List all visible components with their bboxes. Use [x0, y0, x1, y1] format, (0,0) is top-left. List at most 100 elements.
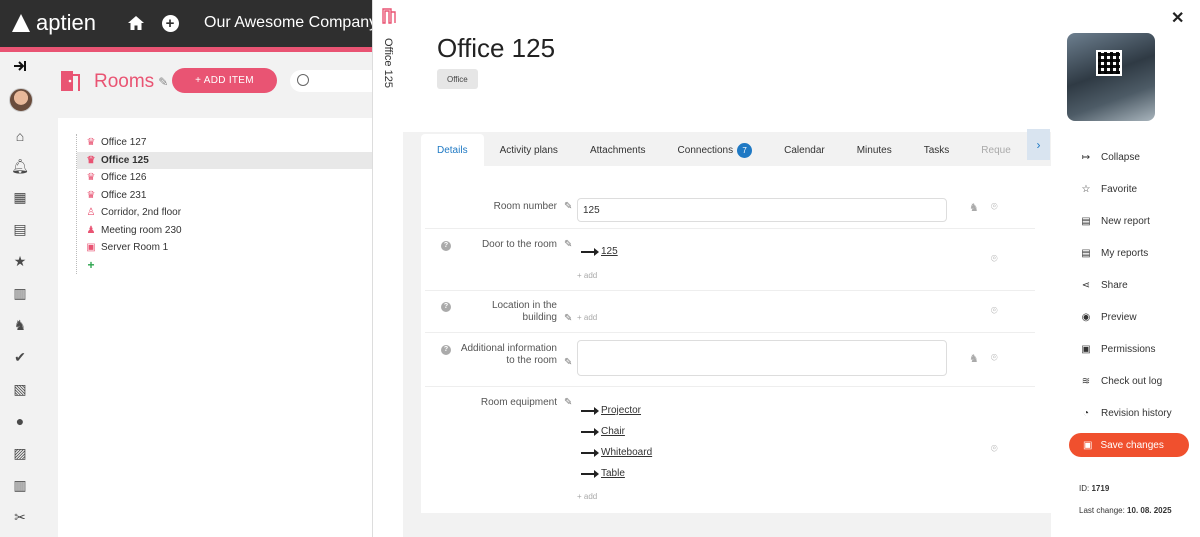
home-icon[interactable] — [125, 12, 147, 34]
additional-info-textarea[interactable] — [577, 340, 947, 376]
edit-pencil-icon[interactable]: ✎ — [564, 397, 572, 408]
permissions-icon: ▣ — [1081, 343, 1091, 355]
last-change-value: 10. 08. 2025 — [1127, 506, 1172, 515]
share-button[interactable]: ⋖ Share — [1079, 275, 1128, 295]
tree-add-item[interactable]: + — [77, 257, 373, 275]
tab-activity-plans[interactable]: Activity plans — [484, 134, 574, 166]
linked-item[interactable]: Table — [581, 468, 625, 479]
tabs-next-chevron-icon[interactable]: › — [1027, 129, 1050, 160]
user-avatar[interactable] — [9, 88, 33, 112]
add-link[interactable]: + add — [577, 271, 597, 280]
tab-calendar[interactable]: Calendar — [768, 134, 841, 166]
linked-item[interactable]: Chair — [581, 426, 625, 437]
tab-tasks[interactable]: Tasks — [908, 134, 966, 166]
linked-item[interactable]: Whiteboard — [581, 447, 652, 458]
dog-icon[interactable]: ♞ — [11, 316, 29, 334]
add-item-button[interactable]: + ADD ITEM — [172, 68, 277, 93]
calendar-icon[interactable]: ▦ — [11, 188, 29, 206]
permissions-button[interactable]: ▣ Permissions — [1079, 339, 1155, 359]
type-badge: Office — [437, 69, 478, 89]
favorite-button[interactable]: ☆ Favorite — [1079, 179, 1138, 199]
company-name[interactable]: Our Awesome Company — [204, 14, 377, 32]
search-input[interactable] — [290, 70, 372, 92]
tree-item-label: Corridor, 2nd floor — [101, 207, 182, 219]
tab-attachments[interactable]: Attachments — [574, 134, 662, 166]
link-text[interactable]: Projector — [601, 405, 641, 416]
link-text[interactable]: Chair — [601, 426, 625, 437]
action-label: Preview — [1101, 311, 1137, 323]
expand-menu-icon[interactable] — [11, 57, 29, 75]
app-logo[interactable]: aptien — [8, 10, 96, 36]
person-icon[interactable]: ● — [11, 412, 29, 430]
revision-history-button[interactable]: ◔ Revision history — [1079, 403, 1172, 423]
room-photo[interactable] — [1067, 33, 1155, 121]
qr-code-icon — [1096, 50, 1122, 76]
add-icon[interactable]: + — [159, 12, 181, 34]
linked-item[interactable]: 125 — [581, 246, 618, 257]
tree-item[interactable]: ♛ Office 127 — [77, 134, 373, 152]
clipboard-icon[interactable]: ▤ — [11, 220, 29, 238]
tab-minutes[interactable]: Minutes — [841, 134, 908, 166]
attachment-icon[interactable]: ⌾ — [991, 253, 998, 266]
add-link[interactable]: + add — [577, 313, 597, 322]
attachment-icon[interactable]: ⌾ — [991, 352, 998, 365]
edit-pencil-icon[interactable]: ✎ — [564, 313, 572, 324]
tree-item[interactable]: ▣ Server Room 1 — [77, 239, 373, 257]
tools-icon[interactable]: ✂ — [11, 508, 29, 526]
chair-icon: ♛ — [86, 189, 96, 201]
edit-pencil-icon[interactable]: ✎ — [158, 75, 168, 89]
door-icon — [381, 8, 397, 27]
clipboard-list-icon[interactable]: ▨ — [11, 444, 29, 462]
link-text[interactable]: Whiteboard — [601, 447, 652, 458]
help-icon[interactable]: ? — [441, 241, 451, 251]
star-icon[interactable]: ★ — [11, 252, 29, 270]
dog-icon[interactable]: ♞ — [969, 201, 979, 214]
bell-icon[interactable]: 🔔︎ — [11, 157, 29, 175]
check-icon[interactable]: ✔ — [11, 348, 29, 366]
tree-item-selected[interactable]: ♛ Office 125 — [77, 151, 373, 169]
detail-side-strip[interactable]: Office 125 — [372, 0, 403, 537]
tab-requests[interactable]: Reque — [965, 134, 1026, 166]
collapse-button[interactable]: ↦ Collapse — [1079, 147, 1140, 167]
document-icon[interactable]: ▥ — [11, 284, 29, 302]
preview-button[interactable]: ◉ Preview — [1079, 307, 1137, 327]
add-link[interactable]: + add — [577, 492, 597, 501]
help-icon[interactable]: ? — [441, 302, 451, 312]
home-icon[interactable]: ⌂ — [11, 127, 29, 145]
tree-item[interactable]: ♙ Corridor, 2nd floor — [77, 204, 373, 222]
tree-item[interactable]: ♟ Meeting room 230 — [77, 222, 373, 240]
save-label: Save changes — [1100, 439, 1164, 451]
field-label: Additional information to the room — [449, 343, 557, 367]
check-out-log-button[interactable]: ≋ Check out log — [1079, 371, 1162, 391]
tab-details[interactable]: Details — [421, 134, 484, 166]
action-label: Revision history — [1101, 407, 1172, 419]
vertical-title: Office 125 — [382, 38, 394, 88]
dog-icon[interactable]: ♞ — [969, 352, 979, 365]
link-text[interactable]: 125 — [601, 246, 618, 257]
attachment-icon[interactable]: ⌾ — [991, 443, 998, 456]
library-icon[interactable]: ▥ — [11, 476, 29, 494]
walking-icon: ♙ — [86, 207, 96, 219]
edit-pencil-icon[interactable]: ✎ — [564, 239, 572, 250]
field-row-room-number: Room number ✎ 125 ♞ ⌾ — [425, 191, 1035, 229]
logo-mark-icon — [8, 11, 34, 35]
id-label: ID: — [1079, 484, 1090, 493]
attachment-icon[interactable]: ⌾ — [991, 201, 998, 214]
tab-connections[interactable]: Connections 7 — [662, 134, 769, 166]
link-arrow-icon — [581, 247, 599, 256]
linked-item[interactable]: Projector — [581, 405, 641, 416]
my-reports-button[interactable]: ▤ My reports — [1079, 243, 1148, 263]
id-value: 1719 — [1091, 484, 1110, 493]
chair-icon: ♛ — [86, 137, 96, 149]
edit-pencil-icon[interactable]: ✎ — [564, 201, 572, 212]
room-number-input[interactable]: 125 — [577, 198, 947, 222]
tree-item[interactable]: ♛ Office 231 — [77, 187, 373, 205]
new-report-button[interactable]: ▤ New report — [1079, 211, 1150, 231]
report-icon[interactable]: ▧ — [11, 380, 29, 398]
close-icon[interactable]: ✕ — [1171, 8, 1184, 28]
save-changes-button[interactable]: ▣ Save changes — [1069, 433, 1189, 457]
link-text[interactable]: Table — [601, 468, 625, 479]
attachment-icon[interactable]: ⌾ — [991, 305, 998, 318]
tree-item[interactable]: ♛ Office 126 — [77, 169, 373, 187]
edit-pencil-icon[interactable]: ✎ — [564, 357, 572, 368]
